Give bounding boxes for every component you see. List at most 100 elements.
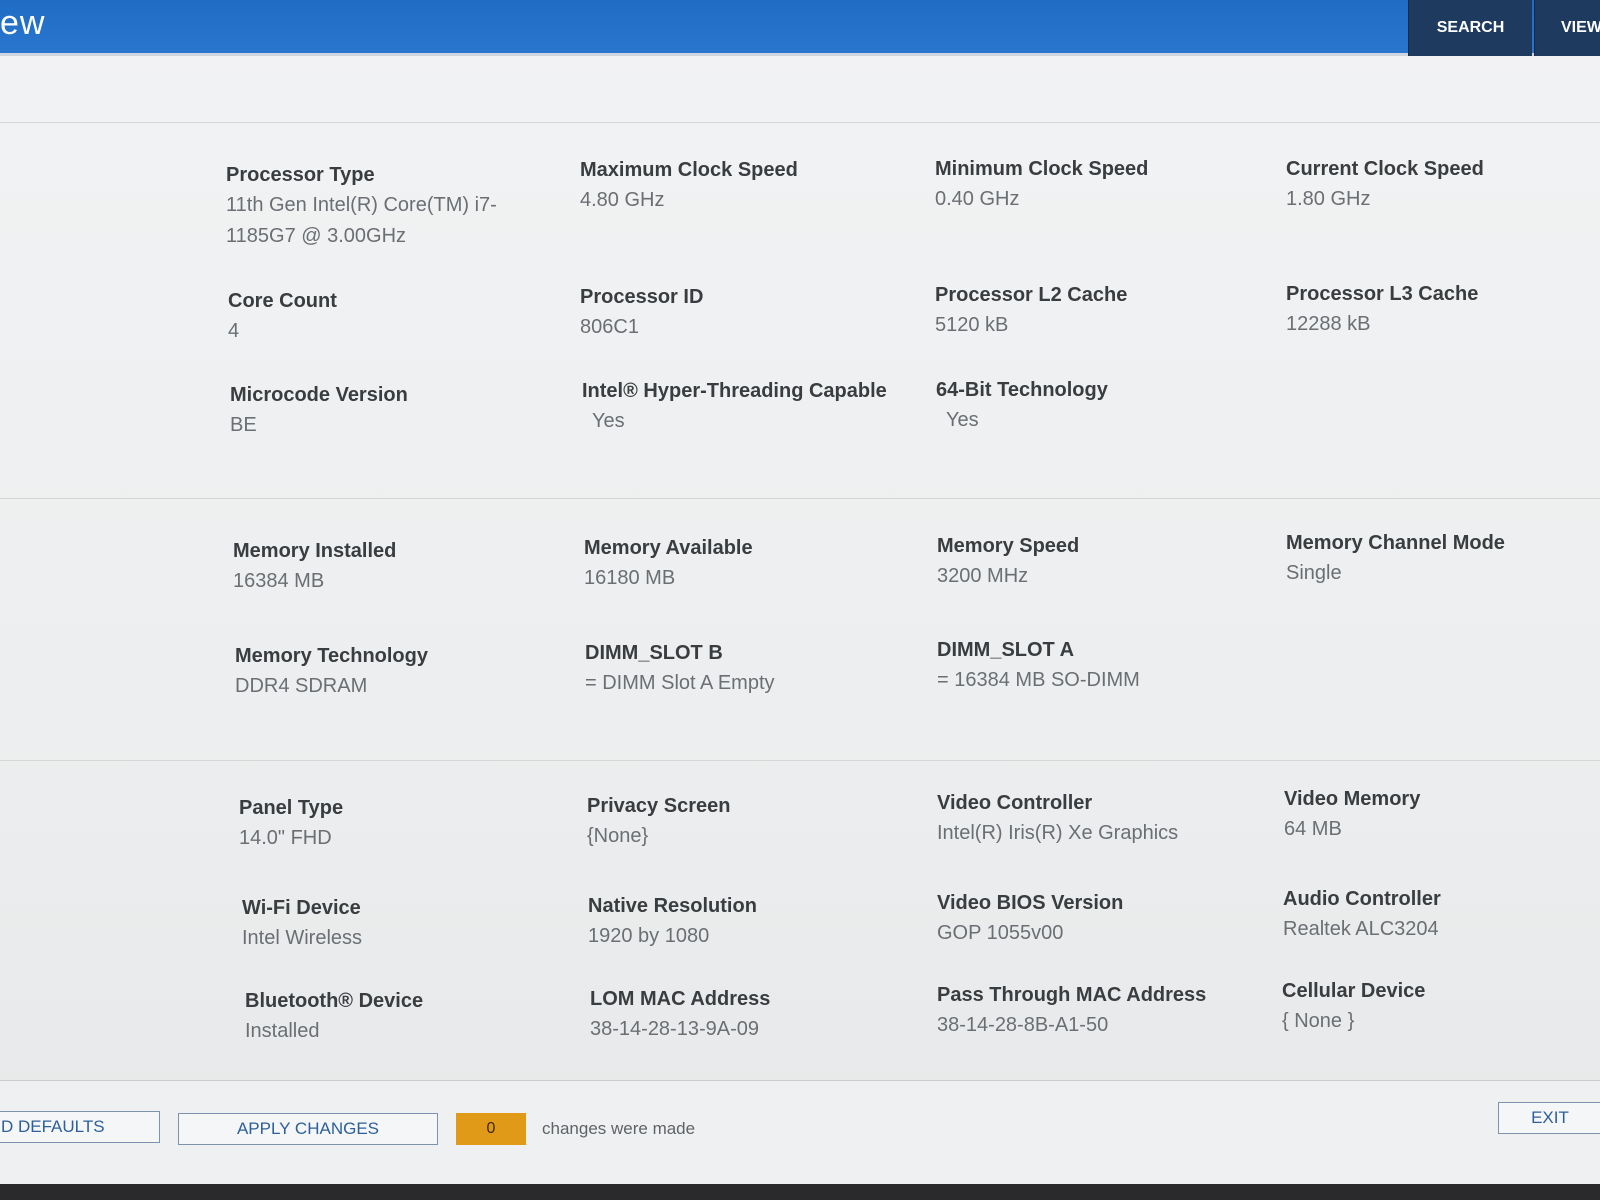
field-label: Memory Speed	[937, 535, 1080, 557]
field-label: Processor L3 Cache	[1286, 283, 1479, 305]
wifi-device-field: Wi-Fi Device Intel Wireless	[242, 895, 582, 954]
changes-count-badge: 0	[456, 1113, 526, 1145]
field-label: Processor L2 Cache	[935, 284, 1128, 306]
field-value: Yes	[946, 409, 979, 431]
field-value: Intel(R) Iris(R) Xe Graphics	[937, 822, 1179, 844]
field-label: DIMM_SLOT A	[937, 639, 1075, 661]
current-clock-field: Current Clock Speed 1.80 GHz	[1286, 156, 1600, 215]
field-value: DDR4 SDRAM	[235, 675, 368, 697]
max-clock-field: Maximum Clock Speed 4.80 GHz	[580, 157, 920, 216]
field-value: 1.80 GHz	[1286, 188, 1371, 210]
top-bar: ew SEARCH VIEW	[0, 0, 1600, 56]
field-label: Maximum Clock Speed	[580, 159, 798, 181]
field-label: Processor Type	[226, 164, 375, 186]
field-label: Memory Channel Mode	[1286, 532, 1505, 554]
field-value: 11th Gen Intel(R) Core(TM) i7-1185G7 @ 3…	[226, 194, 497, 247]
field-value: 1920 by 1080	[588, 925, 710, 947]
divider	[0, 760, 1600, 761]
field-label: Cellular Device	[1282, 980, 1426, 1002]
min-clock-field: Minimum Clock Speed 0.40 GHz	[935, 156, 1275, 215]
field-label: Memory Technology	[235, 645, 428, 667]
field-label: Processor ID	[580, 286, 704, 308]
divider	[0, 122, 1600, 123]
field-value: 16384 MB	[233, 570, 325, 592]
field-value: 4	[228, 320, 240, 342]
field-label: Panel Type	[239, 797, 344, 819]
hyper-threading-field: Intel® Hyper-Threading Capable Yes	[582, 378, 922, 437]
processor-id-field: Processor ID 806C1	[580, 284, 920, 343]
view-button[interactable]: VIEW	[1534, 0, 1600, 56]
video-controller-field: Video Controller Intel(R) Iris(R) Xe Gra…	[937, 790, 1277, 849]
field-value: {None}	[587, 825, 649, 847]
search-button[interactable]: SEARCH	[1408, 0, 1532, 56]
field-label: Core Count	[228, 290, 337, 312]
field-label: Video BIOS Version	[937, 892, 1124, 914]
microcode-field: Microcode Version BE	[230, 382, 570, 441]
field-value: GOP 1055v00	[937, 922, 1064, 944]
panel-type-field: Panel Type 14.0" FHD	[239, 795, 579, 854]
field-label: Pass Through MAC Address	[937, 984, 1207, 1006]
memory-technology-field: Memory Technology DDR4 SDRAM	[235, 643, 575, 702]
field-label: Intel® Hyper-Threading Capable	[582, 380, 887, 402]
field-value: 64 MB	[1284, 818, 1342, 840]
load-defaults-button[interactable]: D DEFAULTS	[0, 1111, 160, 1143]
l3-cache-field: Processor L3 Cache 12288 kB	[1286, 281, 1600, 340]
field-value: { None }	[1282, 1010, 1355, 1032]
exit-button[interactable]: EXIT	[1498, 1102, 1600, 1134]
l2-cache-field: Processor L2 Cache 5120 kB	[935, 282, 1275, 341]
native-resolution-field: Native Resolution 1920 by 1080	[588, 893, 928, 952]
dimm-slot-a-field: DIMM_SLOT A = 16384 MB SO-DIMM	[937, 637, 1277, 696]
footer-bar: D DEFAULTS APPLY CHANGES 0 changes were …	[0, 1080, 1600, 1200]
pass-through-mac-field: Pass Through MAC Address 38-14-28-8B-A1-…	[937, 982, 1277, 1041]
memory-installed-field: Memory Installed 16384 MB	[233, 538, 573, 597]
dimm-slot-b-field: DIMM_SLOT B = DIMM Slot A Empty	[585, 640, 925, 699]
field-value: 5120 kB	[935, 314, 1009, 336]
video-bios-field: Video BIOS Version GOP 1055v00	[937, 890, 1277, 949]
cellular-device-field: Cellular Device { None }	[1282, 978, 1600, 1037]
field-value: 806C1	[580, 316, 639, 338]
field-label: Privacy Screen	[587, 795, 731, 817]
field-value: Installed	[245, 1020, 320, 1042]
divider	[0, 498, 1600, 499]
privacy-screen-field: Privacy Screen {None}	[587, 793, 927, 852]
field-label: LOM MAC Address	[590, 988, 771, 1010]
field-value: 38-14-28-8B-A1-50	[937, 1014, 1109, 1036]
field-label: Memory Available	[584, 537, 753, 559]
field-value: 38-14-28-13-9A-09	[590, 1018, 759, 1040]
field-label: Native Resolution	[588, 895, 757, 917]
field-value: 14.0" FHD	[239, 827, 332, 849]
core-count-field: Core Count 4	[228, 288, 568, 347]
page-title: ew	[0, 4, 46, 42]
field-value: = DIMM Slot A Empty	[585, 672, 775, 694]
memory-channel-field: Memory Channel Mode Single	[1286, 530, 1600, 589]
field-value: Realtek ALC3204	[1283, 918, 1439, 940]
field-value: 12288 kB	[1286, 313, 1371, 335]
field-value: Intel Wireless	[242, 927, 363, 949]
bluetooth-device-field: Bluetooth® Device Installed	[245, 988, 585, 1047]
field-label: Bluetooth® Device	[245, 990, 424, 1012]
field-value: Single	[1286, 562, 1342, 584]
field-label: 64-Bit Technology	[936, 379, 1108, 401]
field-label: Wi-Fi Device	[242, 897, 361, 919]
field-value: 16180 MB	[584, 567, 676, 589]
video-memory-field: Video Memory 64 MB	[1284, 786, 1600, 845]
memory-available-field: Memory Available 16180 MB	[584, 535, 924, 594]
field-value: 3200 MHz	[937, 565, 1029, 587]
field-label: Audio Controller	[1283, 888, 1441, 910]
64bit-field: 64-Bit Technology Yes	[936, 377, 1276, 436]
field-label: Video Memory	[1284, 788, 1421, 810]
field-label: DIMM_SLOT B	[585, 642, 723, 664]
changes-status-text: changes were made	[542, 1119, 696, 1138]
field-label: Video Controller	[937, 792, 1093, 814]
field-value: Yes	[592, 410, 625, 432]
bios-overview-screen: ew SEARCH VIEW Processor Type 11th Gen I…	[0, 0, 1600, 1200]
field-label: Microcode Version	[230, 384, 408, 406]
field-value: = 16384 MB SO-DIMM	[937, 669, 1140, 691]
processor-type-field: Processor Type 11th Gen Intel(R) Core(TM…	[226, 162, 566, 252]
memory-speed-field: Memory Speed 3200 MHz	[937, 533, 1277, 592]
field-label: Minimum Clock Speed	[935, 158, 1149, 180]
field-value: 4.80 GHz	[580, 189, 665, 211]
audio-controller-field: Audio Controller Realtek ALC3204	[1283, 886, 1600, 945]
apply-changes-button[interactable]: APPLY CHANGES	[178, 1113, 438, 1145]
field-value: BE	[230, 414, 257, 436]
